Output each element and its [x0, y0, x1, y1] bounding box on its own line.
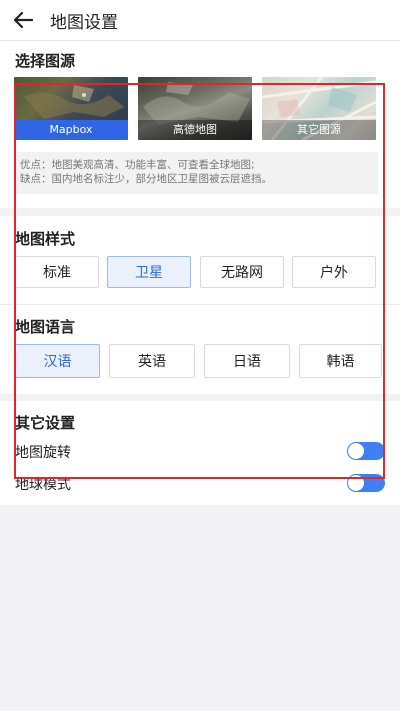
other-settings-section: 其它设置 地图旋转 地球模式 — [0, 401, 400, 505]
section-divider — [0, 304, 400, 305]
tile-label: 高德地图 — [138, 120, 252, 140]
language-option-korean[interactable]: 韩语 — [299, 344, 382, 378]
toggle-knob — [348, 475, 364, 491]
language-option-japanese[interactable]: 日语 — [204, 344, 290, 378]
section-title-source: 选择图源 — [15, 52, 76, 70]
globe-label: 地球模式 — [15, 477, 71, 493]
rotate-toggle[interactable] — [347, 442, 385, 460]
arrow-left-icon — [13, 11, 34, 29]
globe-toggle[interactable] — [347, 474, 385, 492]
pros-text: 优点：地图美观高清、功能丰富、可查看全球地图; — [20, 159, 255, 171]
style-option-satellite[interactable]: 卫星 — [107, 256, 191, 288]
rotate-label: 地图旋转 — [15, 445, 71, 461]
tile-label: Mapbox — [14, 120, 128, 140]
style-option-outdoor[interactable]: 户外 — [292, 256, 376, 288]
section-title-language: 地图语言 — [15, 318, 76, 336]
style-option-standard[interactable]: 标准 — [15, 256, 99, 288]
toggle-knob — [348, 443, 364, 459]
top-bar: 地图设置 — [0, 0, 400, 41]
style-option-no-roads[interactable]: 无路网 — [200, 256, 284, 288]
style-language-section: 地图样式 标准 卫星 无路网 户外 地图语言 汉语 英语 日语 韩语 — [0, 216, 400, 394]
source-description: 优点：地图美观高清、功能丰富、可查看全球地图; 缺点：国内地名标注少，部分地区卫… — [14, 152, 378, 194]
map-source-section: 选择图源 Mapbox 高德地图 其它图源 优点：地图美观高清、功能丰富、可查看… — [0, 41, 400, 208]
back-button[interactable] — [12, 10, 34, 30]
section-title-style: 地图样式 — [15, 230, 76, 248]
language-option-english[interactable]: 英语 — [109, 344, 195, 378]
language-option-chinese[interactable]: 汉语 — [15, 344, 100, 378]
source-tile-mapbox[interactable]: Mapbox — [14, 77, 128, 140]
source-tile-gaode[interactable]: 高德地图 — [138, 77, 252, 140]
page-title: 地图设置 — [50, 13, 118, 33]
section-title-other: 其它设置 — [15, 414, 76, 432]
source-tile-other[interactable]: 其它图源 — [262, 77, 376, 140]
cons-text: 缺点：国内地名标注少，部分地区卫星图被云层遮挡。 — [20, 173, 272, 185]
tile-label: 其它图源 — [262, 120, 376, 140]
